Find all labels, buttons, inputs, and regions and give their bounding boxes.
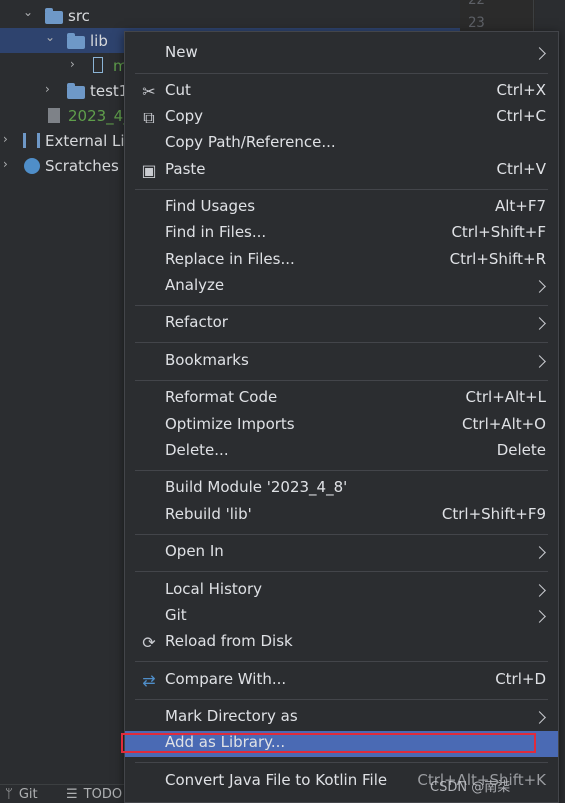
chevron-down-icon[interactable]: ⌄ — [23, 6, 33, 18]
menu-separator — [135, 189, 548, 190]
menu-item-build-module[interactable]: Build Module '2023_4_8' — [125, 476, 558, 502]
menu-item-cut[interactable]: ✂ Cut Ctrl+X — [125, 79, 558, 105]
chevron-right-icon — [533, 610, 546, 623]
tree-node-label: Scratches a — [45, 157, 133, 175]
chevron-right-icon — [533, 280, 546, 293]
list-icon: ☰ — [66, 787, 78, 802]
menu-item-replace-in-files[interactable]: Replace in Files... Ctrl+Shift+R — [125, 248, 558, 274]
chevron-right-icon — [533, 355, 546, 368]
reload-icon: ⟳ — [142, 633, 156, 652]
menu-item-rebuild[interactable]: Rebuild 'lib' Ctrl+Shift+F9 — [125, 503, 558, 529]
tree-node-label: 2023_4_ — [68, 107, 131, 125]
paste-icon: ▣ — [141, 161, 157, 180]
menu-item-analyze[interactable]: Analyze — [125, 274, 558, 300]
module-file-icon — [48, 108, 60, 123]
tree-node-label: src — [68, 7, 90, 25]
jar-icon — [93, 57, 103, 73]
menu-item-paste[interactable]: ▣ Paste Ctrl+V — [125, 158, 558, 184]
menu-item-find-in-files[interactable]: Find in Files... Ctrl+Shift+F — [125, 221, 558, 247]
menu-separator — [135, 342, 548, 343]
branch-icon: ᛘ — [5, 787, 13, 802]
menu-separator — [135, 380, 548, 381]
chevron-right-icon — [533, 584, 546, 597]
chevron-right-icon — [533, 546, 546, 559]
menu-item-local-history[interactable]: Local History — [125, 578, 558, 604]
menu-separator — [135, 305, 548, 306]
menu-separator — [135, 661, 548, 662]
menu-item-git[interactable]: Git — [125, 604, 558, 630]
copy-icon: ⧉ — [143, 108, 155, 127]
context-menu: New ✂ Cut Ctrl+X ⧉ Copy Ctrl+C Copy Path/R… — [124, 31, 559, 803]
chevron-right-icon — [533, 47, 546, 60]
menu-item-refactor[interactable]: Refactor — [125, 311, 558, 337]
chevron-right-icon[interactable]: › — [70, 58, 80, 70]
scissors-icon: ✂ — [142, 82, 156, 101]
watermark: CSDN @南柒 — [430, 780, 511, 795]
tree-node-label: External Lib — [45, 132, 135, 150]
menu-item-compare-with[interactable]: ⇄ Compare With... Ctrl+D — [125, 668, 558, 694]
menu-separator — [135, 571, 548, 572]
line-number: 22 — [468, 0, 485, 8]
menu-item-reformat-code[interactable]: Reformat Code Ctrl+Alt+L — [125, 386, 558, 412]
chevron-down-icon[interactable]: ⌄ — [45, 31, 55, 43]
tree-node-label: lib — [90, 32, 108, 50]
menu-item-new[interactable]: New — [125, 41, 558, 67]
bottom-tool-bar: ᛘ Git ☰ TODO — [0, 784, 124, 802]
folder-icon — [45, 8, 63, 24]
menu-item-optimize-imports[interactable]: Optimize Imports Ctrl+Alt+O — [125, 413, 558, 439]
compare-icon: ⇄ — [142, 671, 156, 690]
menu-item-reload-from-disk[interactable]: ⟳ Reload from Disk — [125, 630, 558, 656]
menu-separator — [135, 762, 548, 763]
menu-item-bookmarks[interactable]: Bookmarks — [125, 349, 558, 375]
chevron-right-icon[interactable]: › — [45, 83, 55, 95]
menu-item-open-in[interactable]: Open In — [125, 540, 558, 566]
chevron-right-icon — [533, 711, 546, 724]
chevron-right-icon — [533, 317, 546, 330]
chevron-right-icon[interactable]: › — [3, 133, 13, 145]
annotation-highlight-box — [121, 733, 536, 753]
tree-node-src[interactable]: ⌄ src — [0, 3, 460, 28]
menu-item-copy-path[interactable]: Copy Path/Reference... — [125, 131, 558, 157]
package-folder-icon — [67, 33, 85, 49]
line-number: 23 — [468, 15, 485, 31]
menu-item-copy[interactable]: ⧉ Copy Ctrl+C — [125, 105, 558, 131]
menu-item-find-usages[interactable]: Find Usages Alt+F7 — [125, 195, 558, 221]
scratches-icon — [24, 158, 40, 174]
menu-separator — [135, 699, 548, 700]
menu-separator — [135, 534, 548, 535]
todo-tab[interactable]: ☰ TODO — [66, 787, 122, 802]
menu-item-delete[interactable]: Delete... Delete — [125, 439, 558, 465]
menu-separator — [135, 73, 548, 74]
library-icon — [23, 133, 40, 148]
tree-node-label: test1 — [90, 82, 129, 100]
chevron-right-icon[interactable]: › — [3, 158, 13, 170]
package-folder-icon — [67, 83, 85, 99]
git-tab[interactable]: ᛘ Git — [5, 787, 38, 802]
menu-item-mark-directory-as[interactable]: Mark Directory as — [125, 705, 558, 731]
menu-separator — [135, 470, 548, 471]
